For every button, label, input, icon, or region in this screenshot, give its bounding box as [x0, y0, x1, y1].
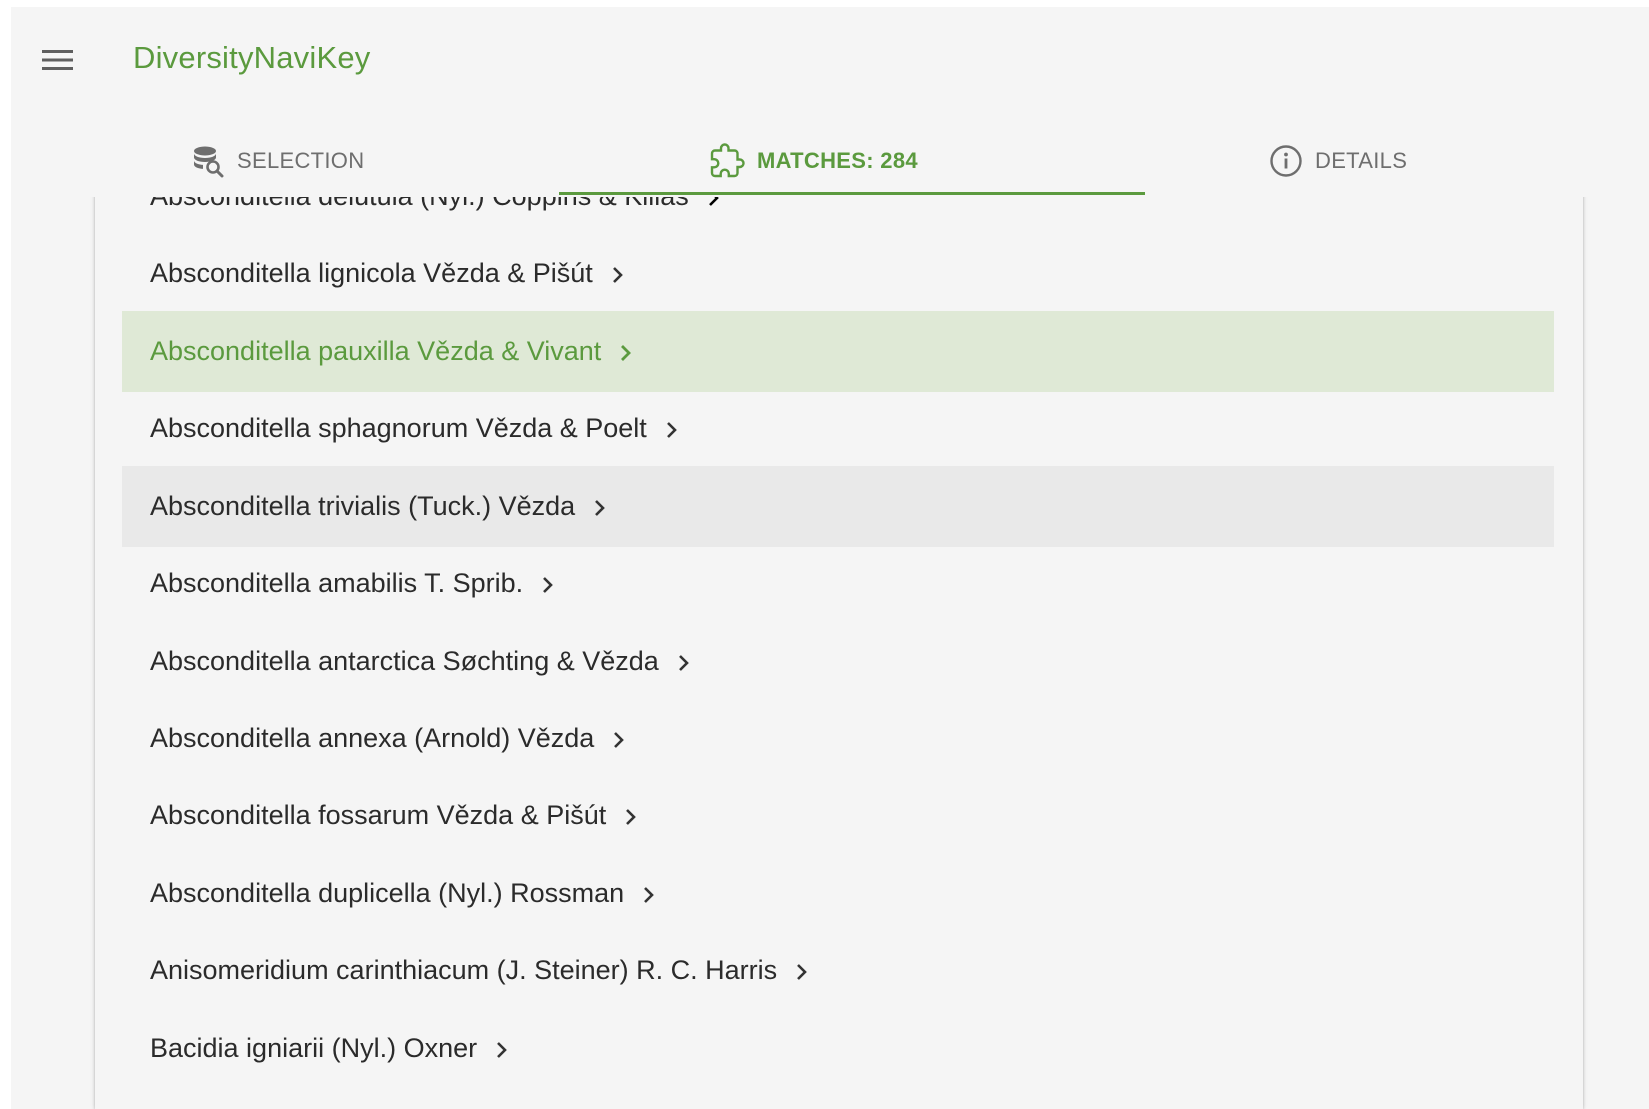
chevron-right-icon [621, 345, 632, 361]
list-item[interactable]: Absconditella lignicola Vězda & Pišút [122, 233, 1554, 314]
app-header: DiversityNaviKey SELECTION MATCHES: 284 [11, 7, 1649, 197]
list-item[interactable]: Absconditella amabilis T. Sprib. [122, 543, 1554, 624]
app-title: DiversityNaviKey [133, 40, 371, 75]
species-name: Bacidia igniarii (Nyl.) Oxner [150, 1033, 478, 1063]
list-item-hovered[interactable]: Absconditella trivialis (Tuck.) Vězda [122, 466, 1554, 547]
puzzle-icon [710, 143, 745, 178]
info-circle-icon [1270, 145, 1302, 177]
chevron-right-icon [678, 655, 689, 671]
chevron-right-icon [626, 809, 637, 825]
chevron-right-icon [666, 422, 677, 438]
species-name: Absconditella amabilis T. Sprib. [150, 568, 524, 598]
tab-selection[interactable]: SELECTION [191, 125, 364, 197]
species-name: Absconditella trivialis (Tuck.) Vězda [150, 491, 576, 521]
list-item[interactable]: Absconditella annexa (Arnold) Vězda [122, 698, 1554, 779]
list-item-selected[interactable]: Absconditella pauxilla Vězda & Vivant [122, 311, 1554, 392]
tab-label: SELECTION [237, 148, 365, 173]
tab-label: DETAILS [1315, 148, 1408, 173]
species-name: Absconditella antarctica Søchting & Vězd… [150, 646, 659, 676]
hamburger-menu-icon[interactable] [41, 46, 75, 74]
list-item[interactable]: Absconditella antarctica Søchting & Vězd… [122, 621, 1554, 702]
tab-matches[interactable]: MATCHES: 284 [709, 125, 918, 197]
tab-details[interactable]: DETAILS [1269, 125, 1407, 197]
tab-label: MATCHES: 284 [757, 148, 918, 173]
chevron-right-icon [797, 964, 808, 980]
app-window: Absconditella delutula (Nyl.) Coppins & … [11, 7, 1649, 1109]
list-item[interactable]: Absconditella duplicella (Nyl.) Rossman [122, 853, 1554, 934]
list-item[interactable]: Absconditella fossarum Vězda & Pišút [122, 775, 1554, 856]
database-search-icon [194, 146, 224, 178]
chevron-right-icon [612, 267, 623, 283]
species-name: Anisomeridium carinthiacum (J. Steiner) … [150, 955, 778, 985]
species-name: Absconditella lignicola Vězda & Pišút [150, 258, 593, 288]
species-name: Absconditella fossarum Vězda & Pišút [150, 800, 607, 830]
active-tab-indicator [559, 192, 1145, 195]
list-item[interactable]: Bacidia igniarii (Nyl.) Oxner [122, 1008, 1554, 1089]
list-item[interactable]: Absconditella sphagnorum Vězda & Poelt [122, 388, 1554, 469]
tab-bar: SELECTION MATCHES: 284 DETAILS [11, 125, 1649, 197]
species-name: Absconditella annexa (Arnold) Vězda [150, 723, 595, 753]
chevron-right-icon [543, 577, 554, 593]
species-name: Absconditella pauxilla Vězda & Vivant [150, 336, 602, 366]
species-name: Absconditella sphagnorum Vězda & Poelt [150, 413, 647, 443]
chevron-right-icon [595, 500, 606, 516]
chevron-right-icon [497, 1042, 507, 1058]
chevron-right-icon [644, 887, 655, 903]
species-name: Absconditella duplicella (Nyl.) Rossman [150, 878, 625, 908]
chevron-right-icon [614, 732, 625, 748]
list-item[interactable]: Anisomeridium carinthiacum (J. Steiner) … [122, 930, 1554, 1011]
